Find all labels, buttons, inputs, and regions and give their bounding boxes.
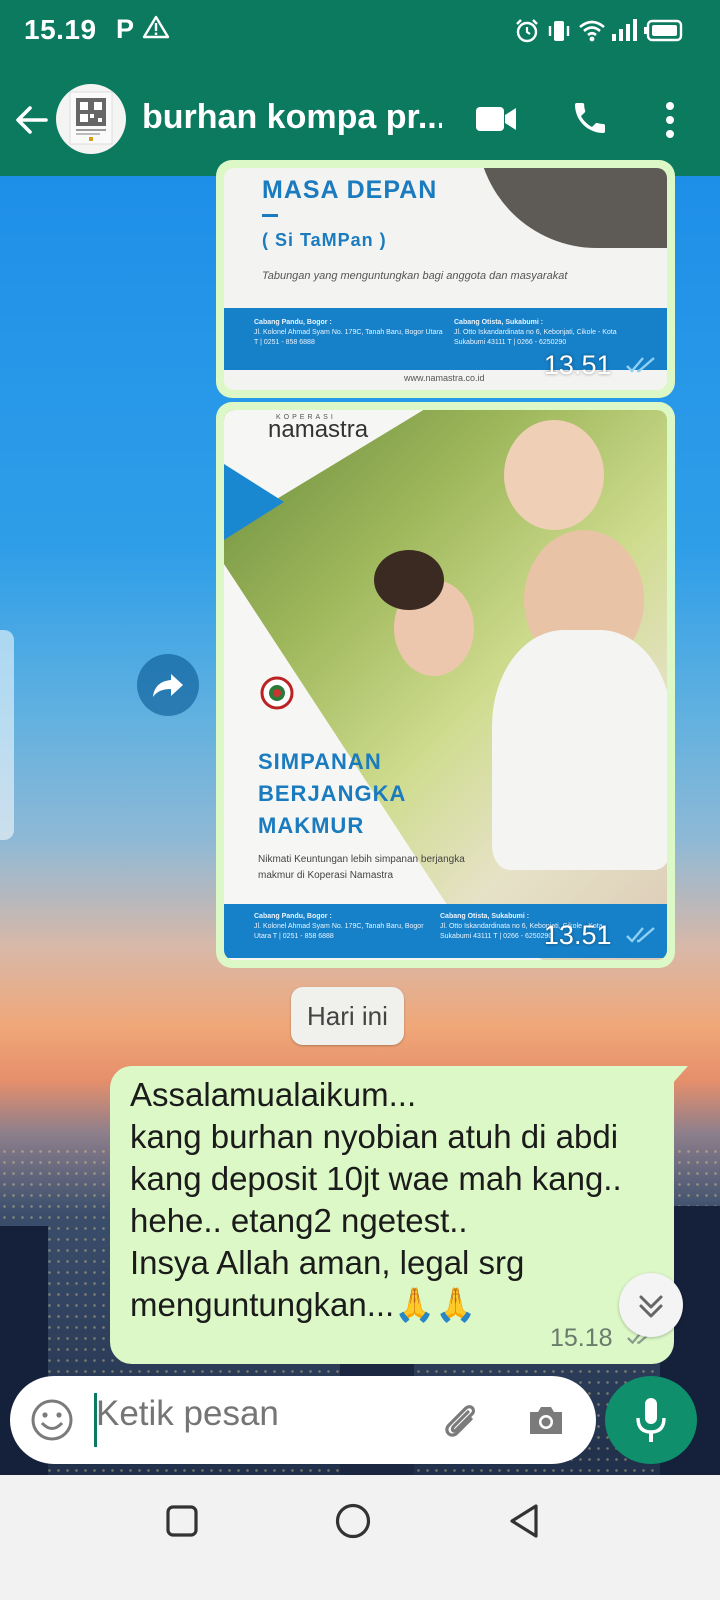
flyer-website: www.namastra.co.id	[404, 373, 485, 383]
flyer-title-line: MAKMUR	[258, 813, 365, 838]
child-face	[504, 420, 604, 530]
flyer-subtitle: ( Si TaMPan )	[262, 230, 387, 250]
date-separator: Hari ini	[291, 987, 404, 1045]
scroll-to-bottom-button[interactable]	[619, 1273, 683, 1337]
contact-name[interactable]: burhan kompa pr...	[142, 98, 442, 137]
signal-icon	[610, 18, 638, 49]
microphone-button[interactable]	[605, 1376, 697, 1464]
edge-panel-handle[interactable]	[0, 630, 14, 840]
more-vert-icon[interactable]	[664, 100, 676, 145]
flyer-description: Nikmati Keuntungan lebih simpanan berjan…	[258, 854, 465, 881]
time-label: 15.18	[550, 1324, 613, 1352]
back-triangle-icon[interactable]	[508, 1503, 542, 1544]
message-input[interactable]	[96, 1394, 416, 1434]
building-silhouette	[0, 1226, 48, 1506]
phone-icon[interactable]	[570, 98, 610, 143]
branch-left-address: Jl. Kolonel Ahmad Syam No. 179C, Tanah B…	[254, 329, 443, 346]
message-time: 13.51	[544, 350, 657, 382]
home-circle-icon[interactable]	[335, 1503, 371, 1544]
seal-logo-icon	[260, 676, 294, 715]
parking-notification-icon: P	[116, 14, 135, 44]
flyer-title-line: SIMPANAN	[258, 749, 382, 774]
read-ticks-icon	[625, 351, 657, 382]
flyer-divider	[262, 214, 278, 217]
message-composer	[10, 1376, 596, 1464]
alarm-icon	[514, 18, 540, 49]
avatar[interactable]	[56, 84, 126, 154]
message-text: Assalamualaikum... kang burhan nyobian a…	[130, 1076, 622, 1323]
father-shirt	[492, 630, 667, 870]
forward-icon[interactable]	[137, 654, 199, 716]
status-time: 15.19	[24, 14, 97, 45]
status-bar: 15.19 P	[0, 0, 720, 64]
branch-left-address: Jl. Kolonel Ahmad Syam No. 179C, Tanah B…	[254, 923, 424, 940]
double-chevron-down-icon	[639, 1295, 663, 1318]
microphone-icon	[636, 1398, 666, 1442]
back-arrow-icon[interactable]	[12, 100, 52, 140]
video-call-icon[interactable]	[474, 102, 518, 141]
emoji-icon[interactable]	[30, 1398, 74, 1447]
flyer-title: MASA DEPAN	[262, 176, 438, 204]
time-label: 13.51	[543, 920, 612, 950]
paperclip-icon[interactable]	[438, 1398, 482, 1447]
camera-icon[interactable]	[524, 1398, 568, 1447]
flyer-title: SIMPANAN BERJANGKA MAKMUR	[258, 746, 406, 842]
battery-icon	[644, 18, 684, 49]
branch-right-address: Jl. Otto Iskandardinata no 6, Kebonjati,…	[454, 329, 617, 346]
message-time: 13.51	[544, 920, 657, 952]
flyer-tagline: Tabungan yang menguntungkan bagi anggota…	[262, 270, 568, 282]
brand-logo-text: namastra	[268, 416, 369, 443]
vibrate-icon	[546, 18, 572, 49]
image-message[interactable]: MASA DEPAN ( Si TaMPan ) Tabungan yang m…	[216, 160, 675, 398]
mother-hair	[374, 550, 444, 610]
recents-square-icon[interactable]	[166, 1505, 198, 1542]
flyer-title-line: BERJANGKA	[258, 781, 407, 806]
branch-left-title: Cabang Pandu, Bogor :	[254, 913, 332, 920]
text-message[interactable]: Assalamualaikum... kang burhan nyobian a…	[110, 1066, 674, 1364]
time-label: 13.51	[543, 350, 612, 380]
warning-icon	[142, 14, 170, 45]
flyer-simpanan-berjangka[interactable]: KOPERASI namastra SIMPANAN BERJANGKA MAK…	[224, 410, 667, 960]
system-navigation-bar	[0, 1475, 720, 1600]
bubble-tail	[672, 1066, 688, 1084]
read-ticks-icon	[625, 921, 657, 952]
branch-right-title: Cabang Otista, Sukabumi :	[454, 319, 544, 326]
flyer-blue-triangle	[224, 464, 284, 540]
image-message[interactable]: KOPERASI namastra SIMPANAN BERJANGKA MAK…	[216, 402, 675, 968]
wifi-icon	[578, 18, 606, 49]
flyer-photo-corner	[477, 168, 667, 248]
branch-left-title: Cabang Pandu, Bogor :	[254, 319, 332, 326]
